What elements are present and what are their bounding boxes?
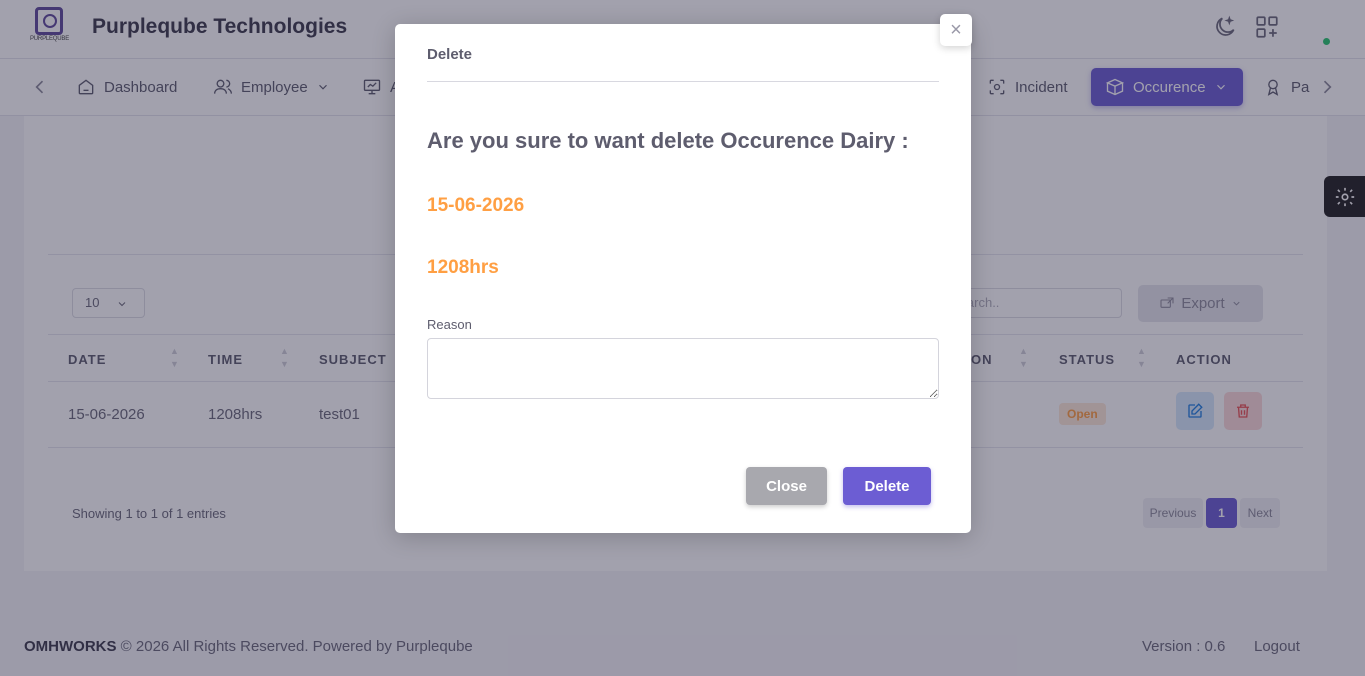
reason-textarea[interactable]: [427, 338, 939, 399]
delete-confirm-modal: Delete × Are you sure to want delete Occ…: [395, 14, 972, 533]
reason-label: Reason: [427, 317, 472, 332]
modal-title: Delete: [427, 46, 473, 63]
modal-divider: [427, 81, 939, 82]
close-button[interactable]: Close: [746, 467, 827, 505]
confirm-date: 15-06-2026: [427, 195, 525, 216]
modal-close-icon[interactable]: ×: [940, 14, 972, 46]
delete-button[interactable]: Delete: [843, 467, 931, 505]
confirm-time: 1208hrs: [427, 257, 499, 278]
confirm-question: Are you sure to want delete Occurence Da…: [427, 128, 909, 153]
